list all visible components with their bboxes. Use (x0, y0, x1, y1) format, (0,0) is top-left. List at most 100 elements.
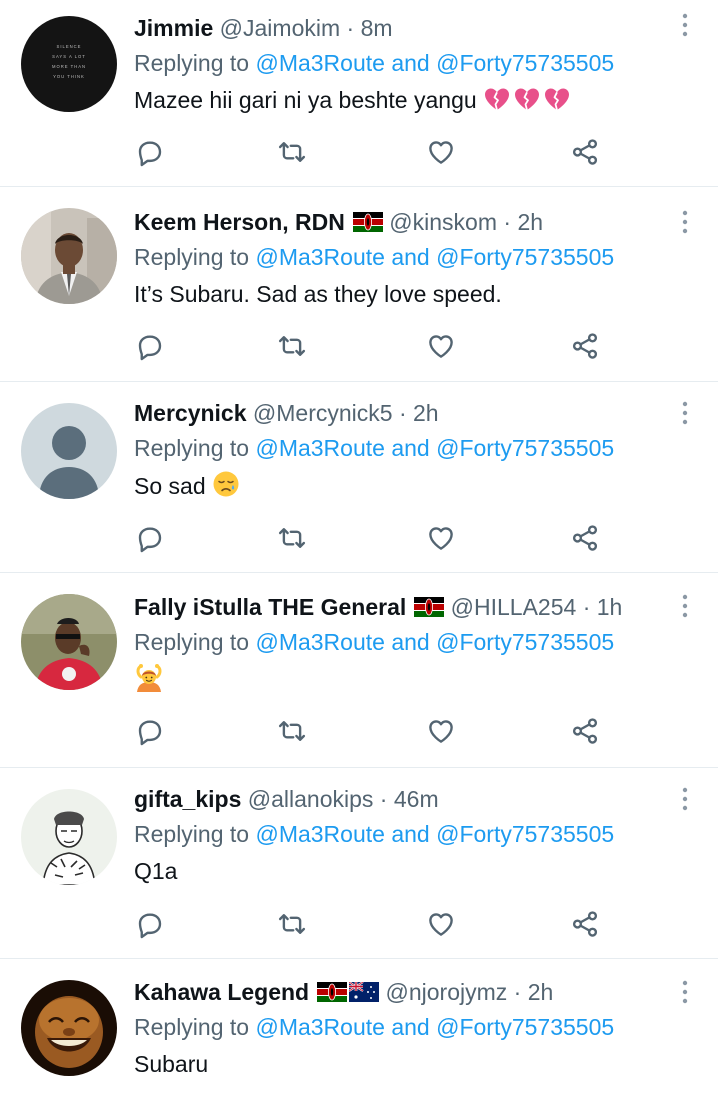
retweet-icon[interactable] (274, 906, 310, 942)
timestamp[interactable]: 8m (361, 15, 393, 41)
mention-link[interactable]: @Forty75735505 (436, 50, 614, 76)
kenya-flag-icon (414, 597, 444, 617)
mention-link[interactable]: @Forty75735505 (436, 1014, 614, 1040)
separator: · (398, 400, 407, 426)
share-icon[interactable] (567, 134, 603, 170)
tweet-text: Q1a (134, 856, 678, 886)
tweet-header: Fally iStulla THE General @HILLA254 · 1h (134, 592, 678, 622)
more-options-icon[interactable] (678, 979, 692, 1005)
user-handle[interactable]: @Jaimokim (220, 15, 340, 41)
mention-link[interactable]: @Ma3Route (255, 629, 384, 655)
display-name[interactable]: Mercynick (134, 400, 247, 426)
replying-prefix: Replying to (134, 50, 250, 76)
retweet-icon[interactable] (274, 520, 310, 556)
share-icon[interactable] (567, 713, 603, 749)
timestamp[interactable]: 2h (517, 209, 543, 235)
tweet-actions (134, 906, 604, 942)
mention-link[interactable]: @Forty75735505 (436, 435, 614, 461)
tweet-content: Mercynick @Mercynick5 · 2h Replying to @… (134, 398, 678, 505)
more-options-icon[interactable] (678, 786, 692, 812)
tweet-content: Jimmie @Jaimokim · 8m Replying to @Ma3Ro… (134, 13, 678, 119)
tweet-header: gifta_kips @allanokips · 46m (134, 784, 678, 814)
tweet-content: Kahawa Legend @njorojymz · 2h Replying t… (134, 977, 678, 1079)
mention-link[interactable]: @Ma3Route (255, 435, 384, 461)
reply-icon[interactable] (132, 713, 168, 749)
sad-face-emoji-icon (212, 470, 240, 505)
mention-link[interactable]: @Forty75735505 (436, 244, 614, 270)
display-name[interactable]: Fally iStulla THE General (134, 594, 406, 620)
more-options-icon[interactable] (678, 400, 692, 426)
tweet-text: It’s Subaru. Sad as they love speed. (134, 279, 678, 309)
tweet-item[interactable]: Keem Herson, RDN @kinskom · 2h Replying … (0, 187, 718, 382)
replying-prefix: Replying to (134, 821, 250, 847)
retweet-icon[interactable] (274, 134, 310, 170)
like-icon[interactable] (423, 520, 459, 556)
replying-and: and (391, 1014, 430, 1040)
avatar-text-line: YOU THINK (53, 74, 85, 79)
share-icon[interactable] (567, 328, 603, 364)
replying-and: and (391, 629, 430, 655)
retweet-icon[interactable] (274, 713, 310, 749)
tweet-actions (134, 328, 604, 364)
tweet-item[interactable]: Kahawa Legend @njorojymz · 2h Replying t… (0, 959, 718, 1098)
avatar[interactable] (21, 403, 117, 499)
mention-link[interactable]: @Ma3Route (255, 244, 384, 270)
user-handle[interactable]: @njorojymz (386, 979, 508, 1005)
avatar[interactable] (21, 594, 117, 690)
display-name[interactable]: Keem Herson, RDN (134, 209, 345, 235)
reply-icon[interactable] (132, 520, 168, 556)
replying-prefix: Replying to (134, 244, 250, 270)
more-options-icon[interactable] (678, 209, 692, 235)
share-icon[interactable] (567, 520, 603, 556)
tweet-header: Kahawa Legend @njorojymz · 2h (134, 977, 678, 1007)
replying-and: and (391, 435, 430, 461)
mention-link[interactable]: @Ma3Route (255, 50, 384, 76)
share-icon[interactable] (567, 906, 603, 942)
display-name[interactable]: gifta_kips (134, 786, 241, 812)
reply-icon[interactable] (132, 906, 168, 942)
timestamp[interactable]: 2h (413, 400, 439, 426)
tweet-item[interactable]: Fally iStulla THE General @HILLA254 · 1h… (0, 573, 718, 768)
replying-to: Replying to @Ma3Route and @Forty75735505 (134, 1012, 678, 1042)
tweet-item[interactable]: SILENCE SAYS A LOT MORE THAN YOU THINK J… (0, 0, 718, 187)
like-icon[interactable] (423, 134, 459, 170)
replying-to: Replying to @Ma3Route and @Forty75735505 (134, 48, 678, 78)
like-icon[interactable] (423, 713, 459, 749)
timestamp[interactable]: 1h (597, 594, 623, 620)
tweet-item[interactable]: Mercynick @Mercynick5 · 2h Replying to @… (0, 382, 718, 573)
user-handle[interactable]: @HILLA254 (451, 594, 577, 620)
reply-feed: SILENCE SAYS A LOT MORE THAN YOU THINK J… (0, 0, 718, 1098)
timestamp[interactable]: 2h (528, 979, 554, 1005)
user-handle[interactable]: @Mercynick5 (253, 400, 393, 426)
timestamp[interactable]: 46m (394, 786, 439, 812)
display-name[interactable]: Kahawa Legend (134, 979, 309, 1005)
more-options-icon[interactable] (678, 12, 692, 38)
mention-link[interactable]: @Ma3Route (255, 821, 384, 847)
display-name[interactable]: Jimmie (134, 15, 213, 41)
mention-link[interactable]: @Ma3Route (255, 1014, 384, 1040)
person-gesturing-ok-emoji-icon (134, 664, 164, 701)
separator: · (582, 594, 591, 620)
separator: · (503, 209, 512, 235)
mention-link[interactable]: @Forty75735505 (436, 821, 614, 847)
avatar[interactable] (21, 789, 117, 885)
like-icon[interactable] (423, 328, 459, 364)
avatar[interactable]: SILENCE SAYS A LOT MORE THAN YOU THINK (21, 16, 117, 112)
avatar-text-line: SILENCE (57, 44, 82, 49)
more-options-icon[interactable] (678, 593, 692, 619)
avatar[interactable] (21, 980, 117, 1076)
mention-link[interactable]: @Forty75735505 (436, 629, 614, 655)
reply-icon[interactable] (132, 328, 168, 364)
tweet-item[interactable]: gifta_kips @allanokips · 46m Replying to… (0, 768, 718, 959)
user-handle[interactable]: @kinskom (389, 209, 497, 235)
tweet-text: Mazee hii gari ni ya beshte yangu (134, 85, 678, 119)
like-icon[interactable] (423, 906, 459, 942)
retweet-icon[interactable] (274, 328, 310, 364)
tweet-header: Keem Herson, RDN @kinskom · 2h (134, 207, 678, 237)
user-handle[interactable]: @allanokips (248, 786, 374, 812)
avatar[interactable] (21, 208, 117, 304)
avatar-text-line: MORE THAN (52, 64, 86, 69)
reply-icon[interactable] (132, 134, 168, 170)
tweet-actions (134, 134, 604, 170)
tweet-text-content: Mazee hii gari ni ya beshte yangu (134, 87, 477, 113)
